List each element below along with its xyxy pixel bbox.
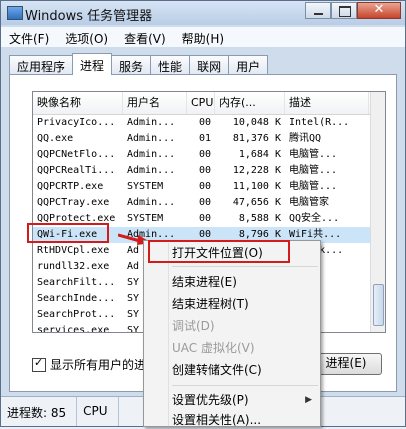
menu-item-set-priority[interactable]: 设置优先级(P) xyxy=(172,391,249,409)
task-manager-icon xyxy=(7,6,23,20)
menu-view[interactable]: 查看(V) xyxy=(116,27,174,47)
cell-image-name: QQPCRealTi... xyxy=(37,165,116,176)
selected-process-highlight-box xyxy=(27,223,109,243)
cell-description: 腾讯QQ xyxy=(289,133,322,144)
show-all-users-label: 显示所有用户的进 xyxy=(50,358,147,372)
context-menu-separator xyxy=(172,385,318,386)
cell-cpu: 00 xyxy=(198,213,211,224)
tab-applications[interactable]: 应用程序 xyxy=(9,55,74,74)
column-image-name[interactable]: 映像名称 xyxy=(33,92,123,114)
minimize-button[interactable] xyxy=(305,2,331,19)
cell-image-name: SearchFilt... xyxy=(37,277,116,288)
cell-cpu: 00 xyxy=(198,165,211,176)
cell-memory: 81,376 K xyxy=(232,133,281,144)
menu-file[interactable]: 文件(F) xyxy=(1,27,57,47)
tab-services[interactable]: 服务 xyxy=(111,55,152,74)
cell-user-name: Admin... xyxy=(127,117,176,128)
menu-item-end-process-tree[interactable]: 结束进程树(T) xyxy=(172,295,249,313)
tab-networking[interactable]: 联网 xyxy=(189,55,230,74)
cell-memory: 12,228 K xyxy=(232,165,281,176)
column-description[interactable]: 描述 xyxy=(285,92,369,114)
menu-item-end-process[interactable]: 结束进程(E) xyxy=(172,273,237,291)
close-button[interactable]: ✕ xyxy=(357,2,401,19)
menu-item-create-dump-file[interactable]: 创建转储文件(C) xyxy=(172,361,262,379)
window-controls: ✕ xyxy=(305,2,401,20)
close-icon: ✕ xyxy=(373,2,385,17)
cell-user-name: Admin... xyxy=(127,133,176,144)
cell-image-name: PrivacyIco... xyxy=(37,117,116,128)
cell-cpu: 01 xyxy=(198,133,211,144)
cell-user-name: SYSTEM xyxy=(127,181,164,192)
cell-memory: 47,656 K xyxy=(232,197,281,208)
cell-memory: 11,100 K xyxy=(232,181,281,192)
column-cpu[interactable]: CPU xyxy=(187,92,215,114)
cell-description: Intel(R... xyxy=(289,117,350,128)
cell-description: QQ安全... xyxy=(289,213,340,224)
maximize-button[interactable] xyxy=(331,2,357,19)
cell-image-name: services.exe xyxy=(37,325,110,333)
cell-user-name: SYSTEM xyxy=(127,213,164,224)
menu-options[interactable]: 选项(O) xyxy=(57,27,116,47)
window-title: Windows 任务管理器 xyxy=(25,9,153,24)
cell-user-name: Admin... xyxy=(127,149,176,160)
menu-item-set-affinity[interactable]: 设置相关性(A)... xyxy=(172,411,261,429)
cell-image-name: QQPCTray.exe xyxy=(37,197,110,208)
menu-help[interactable]: 帮助(H) xyxy=(174,27,232,47)
cell-description: 电脑管... xyxy=(289,149,338,160)
cell-cpu: 00 xyxy=(198,117,211,128)
vertical-scrollbar[interactable] xyxy=(370,92,385,332)
cell-image-name: rundll32.exe xyxy=(37,261,110,272)
cell-cpu: 00 xyxy=(198,149,211,160)
cell-description: 电脑管... xyxy=(289,165,338,176)
column-memory[interactable]: 内存(... xyxy=(215,92,285,114)
submenu-arrow-icon: ▶ xyxy=(305,395,312,405)
table-row[interactable]: QQ.exe Admin... 01 81,376 K 腾讯QQ xyxy=(33,131,385,147)
menu-bar: 文件(F) 选项(O) 查看(V) 帮助(H) xyxy=(1,27,405,47)
cell-cpu: 00 xyxy=(198,197,211,208)
tab-users[interactable]: 用户 xyxy=(228,55,269,74)
title-bar[interactable]: Windows 任务管理器 ✕ xyxy=(1,1,405,25)
cell-image-name: RtHDVCpl.exe xyxy=(37,245,110,256)
cell-memory: 8,588 K xyxy=(238,213,281,224)
context-menu: 打开文件位置(O) 结束进程(E) 结束进程树(T) 调试(D) UAC 虚拟化… xyxy=(143,240,321,427)
cell-user-name: Admin... xyxy=(127,165,176,176)
cell-image-name: SearchProt... xyxy=(37,309,116,320)
context-menu-gutter xyxy=(168,243,169,426)
status-process-count: 进程数: 85 xyxy=(1,397,78,426)
status-cpu: CPU xyxy=(77,397,119,426)
column-user-name[interactable]: 用户名 xyxy=(123,92,187,114)
tab-processes[interactable]: 进程 xyxy=(72,53,113,75)
open-file-location-highlight-box xyxy=(148,240,290,263)
show-all-users-checkbox[interactable]: 显示所有用户的进 xyxy=(32,356,146,373)
cell-memory: 10,048 K xyxy=(232,117,281,128)
cell-memory: 1,684 K xyxy=(238,149,281,160)
context-menu-separator xyxy=(172,266,318,267)
minimize-icon xyxy=(314,13,323,15)
menu-item-uac-virtualization[interactable]: UAC 虚拟化(V) xyxy=(172,339,255,357)
maximize-icon xyxy=(339,6,351,17)
cell-description: 电脑管... xyxy=(289,181,338,192)
cell-cpu: 00 xyxy=(198,181,211,192)
cell-image-name: QQ.exe xyxy=(37,133,74,144)
tab-strip: 应用程序 进程 服务 性能 联网 用户 xyxy=(9,53,269,75)
checkbox-checked-icon[interactable] xyxy=(32,356,46,372)
cell-image-name: QQPCNetFlo... xyxy=(37,149,116,160)
scrollbar-thumb[interactable] xyxy=(373,284,384,326)
table-row[interactable]: QQPCTray.exe Admin... 00 47,656 K 电脑管家 xyxy=(33,195,385,211)
cell-user-name: Admin... xyxy=(127,197,176,208)
table-row[interactable]: QQPCNetFlo... Admin... 00 1,684 K 电脑管... xyxy=(33,147,385,163)
table-row[interactable]: QQPCRTP.exe SYSTEM 00 11,100 K 电脑管... xyxy=(33,179,385,195)
menu-item-debug[interactable]: 调试(D) xyxy=(172,317,215,335)
table-row[interactable]: PrivacyIco... Admin... 00 10,048 K Intel(R..… xyxy=(33,115,385,131)
cell-description: 电脑管家 xyxy=(289,197,329,208)
tab-performance[interactable]: 性能 xyxy=(150,55,191,74)
cell-image-name: QQPCRTP.exe xyxy=(37,181,104,192)
table-row[interactable]: QQPCRealTi... Admin... 00 12,228 K 电脑管... xyxy=(33,163,385,179)
table-header: 映像名称 用户名 CPU 内存(... 描述 xyxy=(33,92,385,115)
cell-image-name: SearchInde... xyxy=(37,293,116,304)
